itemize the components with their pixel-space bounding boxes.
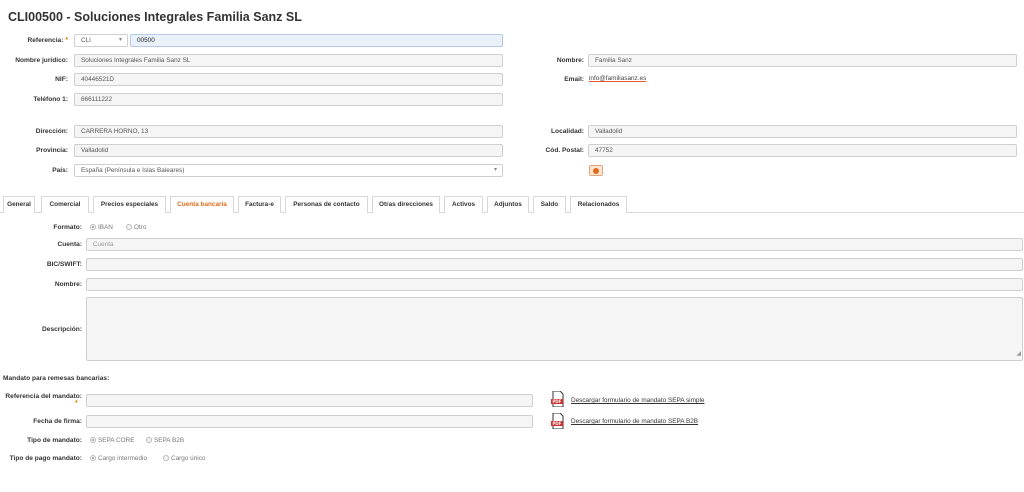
pdf-label: PDF — [553, 421, 562, 426]
nif-input[interactable]: 40446521D — [74, 73, 503, 86]
direccion-label: Dirección: — [35, 128, 68, 135]
telefono-input[interactable]: 666111222 — [74, 93, 503, 106]
pago-unico-radio[interactable]: Cargo único — [163, 455, 205, 462]
formato-iban-radio[interactable]: IBAN — [90, 224, 113, 231]
referencia-prefix-select[interactable]: CLI ▾ — [74, 34, 128, 47]
pdf-file-icon[interactable]: PDF — [551, 391, 565, 407]
bic-swift-label: BIC/SWIFT: — [46, 261, 82, 268]
tipo-sepa-b2b-radio[interactable]: SEPA B2B — [146, 437, 184, 444]
map-pin-icon[interactable] — [589, 165, 603, 176]
referencia-label: Referencia: * — [27, 37, 69, 44]
tab-cuenta-bancaria[interactable]: Cuenta bancaria — [170, 196, 234, 213]
resize-handle-icon[interactable]: ◢ — [1016, 349, 1021, 360]
tab-activos[interactable]: Activos — [444, 196, 483, 213]
nombre-input[interactable]: Familia Sanz — [588, 54, 1017, 67]
tab-otras-direcciones[interactable]: Otras direcciones — [372, 196, 440, 213]
formato-label: Formato: — [53, 224, 82, 231]
tab-relacionados[interactable]: Relacionados — [570, 196, 627, 213]
required-icon: * — [65, 37, 68, 44]
nombre-juridico-input[interactable]: Soluciones Integrales Familia Sanz SL — [74, 54, 503, 67]
tipo-sepa-core-radio[interactable]: SEPA CORE — [90, 437, 134, 444]
radio-icon — [146, 437, 152, 443]
tab-personas-contacto[interactable]: Personas de contacto — [285, 196, 368, 213]
tab-precios-especiales[interactable]: Precios especiales — [93, 196, 166, 213]
descripcion-label: Descripción: — [42, 326, 82, 333]
cuenta-input[interactable]: Cuenta — [86, 238, 1023, 251]
download-mandato-simple-link[interactable]: Descargar formulario de mandato SEPA sim… — [571, 397, 704, 404]
bic-swift-input[interactable] — [86, 258, 1023, 271]
pago-intermedio-radio[interactable]: Cargo intermedio — [90, 455, 147, 462]
nombre-label: Nombre: — [556, 57, 584, 64]
nombre-cuenta-label: Nombre: — [54, 281, 82, 288]
localidad-label: Localidad: — [551, 128, 584, 135]
nombre-cuenta-input[interactable] — [86, 278, 1023, 291]
fecha-firma-input[interactable] — [86, 415, 533, 428]
chevron-down-icon: ▾ — [493, 167, 497, 173]
required-icon: * — [75, 400, 78, 407]
direccion-input[interactable]: CARRERA HORNO, 13 — [74, 125, 503, 138]
pais-select[interactable]: España (Península e Islas Baleares) ▾ — [74, 164, 503, 177]
tipo-mandato-label: Tipo de mandato: — [27, 437, 82, 444]
nombre-juridico-label: Nombre jurídico: — [15, 57, 68, 64]
referencia-mandato-input[interactable] — [86, 394, 533, 407]
cuenta-label: Cuenta: — [57, 241, 82, 248]
tab-saldo[interactable]: Saldo — [533, 196, 566, 213]
pais-label: País: — [52, 167, 68, 174]
chevron-down-icon: ▾ — [118, 37, 122, 43]
pdf-file-icon[interactable]: PDF — [551, 413, 565, 429]
telefono-label: Teléfono 1: — [33, 96, 68, 103]
pdf-label: PDF — [553, 399, 562, 404]
radio-selected-icon — [90, 455, 96, 461]
formato-otro-radio[interactable]: Otro — [126, 224, 146, 231]
tipo-pago-label: Tipo de pago mandato: — [9, 455, 82, 462]
tab-factura-e[interactable]: Factura-e — [238, 196, 281, 213]
referencia-mandato-label: Referencia del mandato: — [5, 393, 82, 400]
provincia-input[interactable]: Valladolid — [74, 144, 503, 157]
page-title: CLI00500 - Soluciones Integrales Familia… — [8, 10, 302, 24]
nif-label: NIF: — [55, 76, 68, 83]
mandato-section-title: Mandato para remesas bancarias: — [3, 375, 110, 382]
referencia-input[interactable]: 00500 — [130, 34, 503, 47]
tab-comercial[interactable]: Comercial — [41, 196, 89, 213]
radio-icon — [126, 224, 132, 230]
fecha-firma-label: Fecha de firma: — [33, 418, 82, 425]
descripcion-textarea[interactable]: ◢ — [86, 297, 1023, 361]
tab-general[interactable]: General — [3, 196, 35, 213]
radio-selected-icon — [90, 224, 96, 230]
cod-postal-label: Cód. Postal: — [545, 147, 584, 154]
email-link[interactable]: info@familiasanz.es — [589, 75, 646, 82]
cod-postal-input[interactable]: 47752 — [588, 144, 1017, 157]
localidad-input[interactable]: Valladolid — [588, 125, 1017, 138]
email-label: Email: — [564, 76, 584, 83]
radio-selected-icon — [90, 437, 96, 443]
provincia-label: Provincia: — [36, 147, 68, 154]
download-mandato-b2b-link[interactable]: Descargar formulario de mandato SEPA B2B — [571, 418, 698, 425]
tab-adjuntos[interactable]: Adjuntos — [487, 196, 529, 213]
radio-icon — [163, 455, 169, 461]
